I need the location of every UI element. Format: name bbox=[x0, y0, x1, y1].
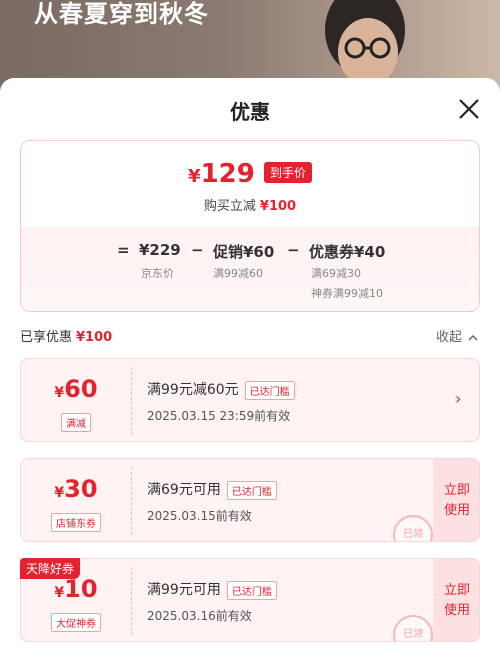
coupon-rule-1: 满69减30 bbox=[311, 267, 361, 280]
use-now-button[interactable]: 立即 使用 bbox=[433, 559, 479, 641]
final-price: ¥129 bbox=[188, 159, 255, 189]
coupon-card[interactable]: ¥60 满减 满99元减60元 已达门槛 2025.03.15 23:59前有效 … bbox=[20, 358, 480, 442]
coupon-condition: 满69元可用 bbox=[147, 482, 221, 498]
coupon-condition: 满99元可用 bbox=[147, 582, 221, 598]
coupon-type: 满减 bbox=[61, 413, 91, 432]
coupon-validity: 2025.03.15 23:59前有效 bbox=[147, 409, 291, 423]
promo-price: 促销¥60 bbox=[213, 243, 275, 261]
chevron-up-icon bbox=[468, 334, 478, 341]
coupon-validity: 2025.03.15前有效 bbox=[147, 509, 252, 523]
close-icon[interactable] bbox=[456, 96, 482, 122]
coupon-ribbon: 天降好券 bbox=[20, 558, 81, 579]
received-stamp: 已领 bbox=[393, 615, 433, 641]
threshold-badge: 已达门槛 bbox=[226, 480, 277, 500]
threshold-badge: 已达门槛 bbox=[244, 380, 295, 400]
enjoyed-discount-label: 已享优惠 ¥100 bbox=[20, 330, 113, 345]
product-headline: 从春夏穿到秋冬 bbox=[34, 0, 209, 28]
coupon-rule-2: 神券满99减10 bbox=[311, 287, 383, 300]
minus-sign-2: − bbox=[287, 241, 300, 259]
equals-sign: = bbox=[117, 241, 130, 259]
price-summary-card: ¥129 到手价 购买立减 ¥100 = ¥229 京东价 − 促销¥60 满99… bbox=[20, 140, 480, 312]
coupon-validity: 2025.03.16前有效 bbox=[147, 609, 252, 623]
sheet-title: 优惠 bbox=[230, 100, 270, 124]
buy-reduce-line: 购买立减 ¥100 bbox=[203, 199, 297, 214]
received-stamp: 已领 bbox=[393, 515, 433, 541]
coupon-type: 店铺东券 bbox=[51, 513, 101, 532]
chevron-right-icon[interactable]: › bbox=[455, 389, 461, 408]
minus-sign: − bbox=[191, 241, 204, 259]
coupon-card: ¥30 店铺东券 满69元可用 已达门槛 2025.03.15前有效 已领 立即使… bbox=[20, 458, 480, 542]
coupon-amount: ¥30 bbox=[54, 475, 98, 503]
jd-price: ¥229 bbox=[139, 241, 181, 259]
coupon-amount: ¥60 bbox=[54, 375, 98, 403]
coupon-price: 优惠券¥40 bbox=[309, 243, 386, 261]
coupon-condition: 满99元减60元 bbox=[147, 382, 239, 398]
promo-rule: 满99减60 bbox=[213, 267, 263, 280]
use-now-button[interactable]: 立即 使用 bbox=[433, 459, 479, 541]
coupon-amount: ¥10 bbox=[54, 575, 98, 603]
jd-price-label: 京东价 bbox=[141, 267, 174, 280]
coupon-card: ¥10 大促神券 满99元可用 已达门槛 2025.03.16前有效 已领 立即使… bbox=[20, 558, 480, 642]
collapse-button[interactable]: 收起 bbox=[436, 326, 478, 345]
coupon-type: 大促神券 bbox=[51, 613, 101, 632]
threshold-badge: 已达门槛 bbox=[226, 580, 277, 600]
final-price-tag: 到手价 bbox=[263, 161, 312, 183]
